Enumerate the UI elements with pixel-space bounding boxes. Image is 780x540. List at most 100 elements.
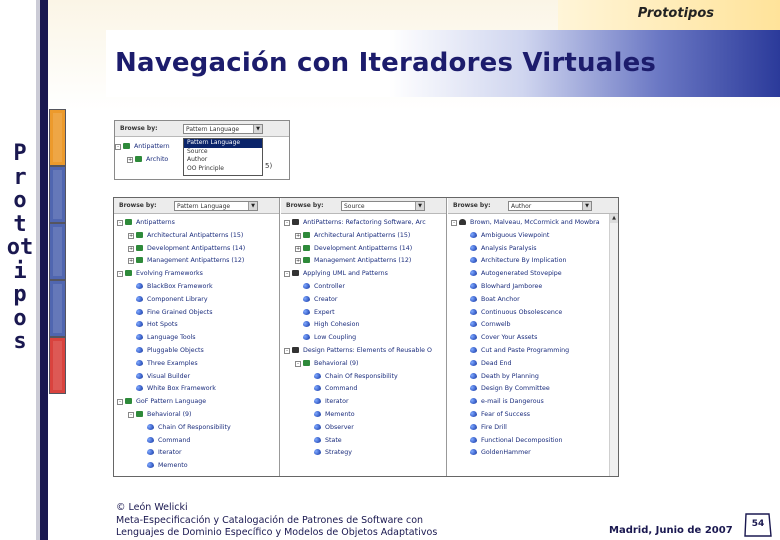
tree-item[interactable]: Fear of Success xyxy=(448,409,618,422)
tree-item[interactable]: + Development Antipatterns (14) xyxy=(281,243,446,256)
tree-item[interactable]: Design By Committee xyxy=(448,383,618,396)
collapse-icon[interactable]: - xyxy=(284,271,290,278)
chevron-down-icon[interactable]: ▼ xyxy=(253,125,262,133)
tree-item[interactable]: + Architectural Antipatterns (15) xyxy=(114,230,279,243)
tree-item[interactable]: + Management Antipatterns (12) xyxy=(114,255,279,268)
tree-item[interactable]: Dead End xyxy=(448,358,618,371)
tree-item[interactable]: e-mail is Dangerous xyxy=(448,396,618,409)
expand-icon[interactable]: + xyxy=(295,258,301,265)
tree-item[interactable]: Autogenerated Stovepipe xyxy=(448,268,618,281)
tree-item[interactable]: Command xyxy=(281,383,446,396)
collapse-icon[interactable]: - xyxy=(284,347,290,354)
expand-icon[interactable]: + xyxy=(128,232,134,239)
nav-tab-3[interactable] xyxy=(49,223,66,280)
tree-item[interactable]: + Development Antipatterns (14) xyxy=(114,243,279,256)
browse-select[interactable]: Source ▼ xyxy=(341,201,425,211)
chevron-down-icon[interactable]: ▼ xyxy=(248,202,257,210)
heart-icon xyxy=(136,372,143,379)
tree-item[interactable]: + Architectural Antipatterns (15) xyxy=(281,230,446,243)
expand-icon[interactable]: + xyxy=(128,245,134,252)
browse-select[interactable]: Author ▼ xyxy=(508,201,592,211)
scroll-up-icon[interactable]: ▲ xyxy=(610,214,618,223)
nav-tab-1[interactable] xyxy=(49,109,66,166)
tree-item[interactable]: State xyxy=(281,435,446,448)
collapse-icon[interactable]: - xyxy=(115,144,121,150)
tree-item[interactable]: Component Library xyxy=(114,294,279,307)
option-pattern-language[interactable]: Pattern Language xyxy=(184,139,262,148)
tree-item[interactable]: Fire Drill xyxy=(448,422,618,435)
browse-select[interactable]: Pattern Language ▼ xyxy=(174,201,258,211)
tree-item[interactable]: Expert xyxy=(281,307,446,320)
browse-options-list[interactable]: Pattern Language Source Author OO Princi… xyxy=(183,138,263,176)
tree-item[interactable]: Pluggable Objects xyxy=(114,345,279,358)
tree-item[interactable]: Hot Spots xyxy=(114,319,279,332)
tree-item[interactable]: Architecture By Implication xyxy=(448,255,618,268)
tree-item[interactable]: Controller xyxy=(281,281,446,294)
nav-tab-5[interactable] xyxy=(49,337,66,394)
expand-icon[interactable]: + xyxy=(295,232,301,239)
tree-item[interactable]: Low Coupling xyxy=(281,332,446,345)
nav-tab-2[interactable] xyxy=(49,166,66,223)
tree-view: - Brown, Malveau, McCormick and Mowbra Amb… xyxy=(448,214,618,460)
folder-icon xyxy=(136,231,143,238)
tree-item[interactable]: Creator xyxy=(281,294,446,307)
tree-item[interactable]: Command xyxy=(114,435,279,448)
tree-item[interactable]: Cut and Paste Programming xyxy=(448,345,618,358)
tree-item[interactable]: Iterator xyxy=(114,447,279,460)
tree-item[interactable]: BlackBox Framework xyxy=(114,281,279,294)
tree-item[interactable]: Ambiguous Viewpoint xyxy=(448,230,618,243)
tree-item[interactable]: Fine Grained Objects xyxy=(114,307,279,320)
expand-icon[interactable]: + xyxy=(128,258,134,265)
tree-item[interactable]: - GoF Pattern Language xyxy=(114,396,279,409)
chevron-down-icon[interactable]: ▼ xyxy=(582,202,591,210)
tree-item[interactable]: GoldenHammer xyxy=(448,447,618,460)
collapse-icon[interactable]: - xyxy=(117,399,123,406)
tree-item[interactable]: Language Tools xyxy=(114,332,279,345)
tree-item[interactable]: Strategy xyxy=(281,447,446,460)
tree-item[interactable]: Boat Anchor xyxy=(448,294,618,307)
tree-item[interactable]: Continuous Obsolescence xyxy=(448,307,618,320)
tree-item[interactable]: Visual Builder xyxy=(114,371,279,384)
collapse-icon[interactable]: - xyxy=(284,220,290,226)
section-tag: Prototipos xyxy=(558,0,780,30)
chevron-down-icon[interactable]: ▼ xyxy=(415,202,424,210)
browse-select[interactable]: Pattern Language ▼ xyxy=(183,124,263,134)
collapse-icon[interactable]: - xyxy=(117,271,123,278)
collapse-icon[interactable]: - xyxy=(128,411,134,418)
collapse-icon[interactable]: - xyxy=(295,360,301,367)
expand-icon[interactable]: + xyxy=(295,245,301,252)
tree-item[interactable]: Death by Planning xyxy=(448,371,618,384)
tree-item[interactable]: Blowhard Jamboree xyxy=(448,281,618,294)
expand-icon[interactable]: + xyxy=(127,156,133,163)
collapse-icon[interactable]: - xyxy=(451,220,457,226)
option-source[interactable]: Source xyxy=(184,148,262,157)
tree-item[interactable]: Iterator xyxy=(281,396,446,409)
tree-item[interactable]: Observer xyxy=(281,422,446,435)
tree-item[interactable]: - Design Patterns: Elements of Reusable O xyxy=(281,345,446,358)
option-author[interactable]: Author xyxy=(184,156,262,165)
tree-item[interactable]: Three Examples xyxy=(114,358,279,371)
tree-item[interactable]: Analysis Paralysis xyxy=(448,243,618,256)
tree-item[interactable]: White Box Framework xyxy=(114,383,279,396)
tree-item[interactable]: - Behavioral (9) xyxy=(114,409,279,422)
tree-item[interactable]: + Management Antipatterns (12) xyxy=(281,255,446,268)
nav-tab-4[interactable] xyxy=(49,280,66,337)
tree-item[interactable]: Chain Of Responsibility xyxy=(281,371,446,384)
tree-item[interactable]: Memento xyxy=(281,409,446,422)
tree-item-label: Development Antipatterns (14) xyxy=(314,244,413,252)
vertical-scrollbar[interactable]: ▲ xyxy=(609,214,618,476)
tree-item[interactable]: - Antipatterns xyxy=(114,217,279,230)
tree-item[interactable]: Memento xyxy=(114,460,279,473)
collapse-icon[interactable]: - xyxy=(117,220,123,226)
tree-item[interactable]: Cornwelb xyxy=(448,319,618,332)
tree-item[interactable]: Functional Decomposition xyxy=(448,435,618,448)
tree-item[interactable]: - Applying UML and Patterns xyxy=(281,268,446,281)
tree-item[interactable]: - AntiPatterns: Refactoring Software, Arc xyxy=(281,217,446,230)
option-oo-principle[interactable]: OO Principle xyxy=(184,165,262,174)
tree-item[interactable]: - Evolving Frameworks xyxy=(114,268,279,281)
tree-item[interactable]: High Cohesion xyxy=(281,319,446,332)
tree-item[interactable]: Cover Your Assets xyxy=(448,332,618,345)
tree-item[interactable]: - Brown, Malveau, McCormick and Mowbra xyxy=(448,217,618,230)
tree-item[interactable]: Chain Of Responsibility xyxy=(114,422,279,435)
tree-item[interactable]: - Behavioral (9) xyxy=(281,358,446,371)
